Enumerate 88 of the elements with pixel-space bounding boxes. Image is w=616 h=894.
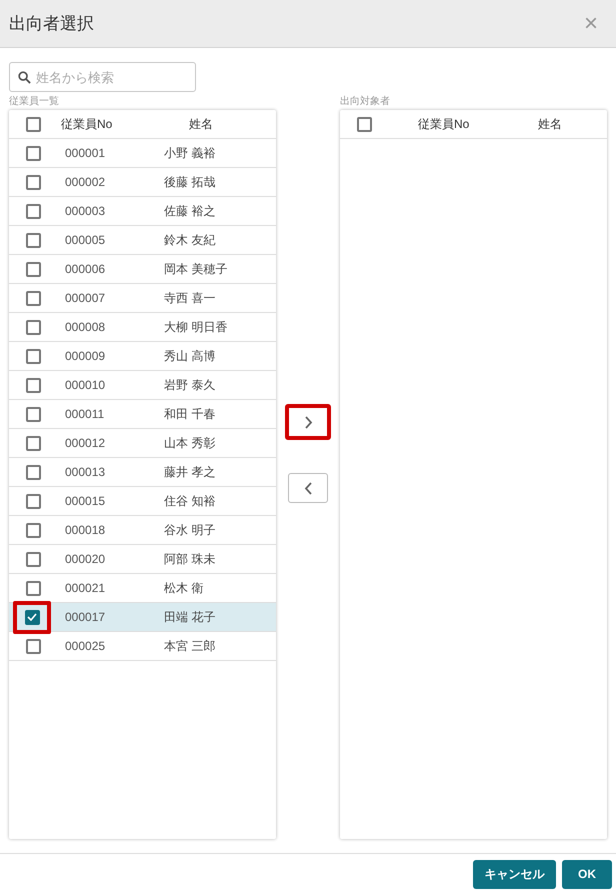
table-cell-text: 000007 <box>65 290 106 307</box>
table-row[interactable]: 000025 本宮 三郎 <box>9 632 276 661</box>
table-row[interactable]: 000011 和田 千春 <box>9 400 276 429</box>
checkbox[interactable] <box>26 290 40 306</box>
table-row[interactable]: 000006 岡本 美穂子 <box>9 255 276 284</box>
ok-button[interactable]: OK <box>562 860 612 888</box>
column-header: 従業員No <box>418 116 470 133</box>
table-row[interactable]: 000017 田端 花子 <box>9 603 276 632</box>
table-cell-text: 000017 <box>65 609 106 626</box>
table-cell-text: 鈴木 友紀 <box>164 232 216 249</box>
column-header: 従業員No <box>61 116 114 133</box>
table-row[interactable]: 000001 小野 義裕 <box>9 139 276 168</box>
cancel-button[interactable]: キャンセル <box>473 860 556 888</box>
list-label: 出向対象者 <box>340 94 391 109</box>
table-row[interactable]: 000013 藤井 孝之 <box>9 458 276 487</box>
table-cell-text: 岡本 美穂子 <box>164 261 228 278</box>
checkbox[interactable] <box>26 406 40 422</box>
checkbox[interactable] <box>26 638 40 654</box>
table-cell-text: 000002 <box>65 174 106 191</box>
table-cell-text: 000009 <box>65 348 106 365</box>
table-cell-text: 田端 花子 <box>164 609 216 626</box>
table-row[interactable]: 000007 寺西 喜一 <box>9 284 276 313</box>
table-row[interactable]: 000021 松木 衛 <box>9 574 276 603</box>
checkbox[interactable] <box>26 552 40 566</box>
search-field[interactable]: 姓名から検索 <box>9 62 196 92</box>
table-row[interactable]: 000018 谷水 明子 <box>9 516 276 545</box>
checkbox[interactable] <box>26 464 40 480</box>
table-cell-text: 谷水 明子 <box>164 522 216 539</box>
checkbox[interactable] <box>26 262 40 276</box>
column-header: 姓名 <box>538 116 562 133</box>
check-icon <box>27 613 37 621</box>
move-left-button[interactable] <box>288 473 328 503</box>
table-row[interactable]: 000008 大柳 明日香 <box>9 313 276 342</box>
table-row[interactable]: 000005 鈴木 友紀 <box>9 226 276 255</box>
checkbox[interactable] <box>26 378 40 392</box>
move-right-button[interactable] <box>285 404 331 440</box>
checkbox[interactable] <box>26 436 40 450</box>
table-cell-text: 000021 <box>65 580 106 597</box>
table-row[interactable]: 000003 佐藤 裕之 <box>9 197 276 226</box>
table-cell-text: 住谷 知裕 <box>164 493 216 510</box>
checkbox[interactable] <box>26 494 40 508</box>
table-row[interactable]: 000010 岩野 泰久 <box>9 371 276 400</box>
table-cell-text: 000011 <box>65 406 106 423</box>
table-cell-text: 大柳 明日香 <box>164 319 228 336</box>
table-cell-text: 藤井 孝之 <box>164 464 216 481</box>
table-row[interactable]: 000015 住谷 知裕 <box>9 487 276 516</box>
table-cell-text: 本宮 三郎 <box>164 638 216 655</box>
table-cell-text: 山本 秀彰 <box>164 435 216 452</box>
table-row[interactable]: 000002 後藤 拓哉 <box>9 168 276 197</box>
checkbox[interactable] <box>26 580 40 596</box>
checkbox[interactable] <box>26 204 40 218</box>
list-label: 従業員一覧 <box>9 94 60 109</box>
checkbox[interactable] <box>26 522 40 538</box>
table-cell-text: 000010 <box>65 377 106 394</box>
table-cell-text: 松木 衛 <box>164 580 204 597</box>
table-cell-text: 000015 <box>65 493 106 510</box>
checkbox[interactable] <box>26 146 40 160</box>
table-cell-text: 000025 <box>65 638 106 655</box>
checkbox[interactable] <box>24 610 40 624</box>
table-cell-text: 000012 <box>65 435 106 452</box>
table-cell-text: 000003 <box>65 203 106 220</box>
table-cell-text: 000018 <box>65 522 106 539</box>
table-cell-text: 和田 千春 <box>164 406 216 423</box>
table-row[interactable]: 000012 山本 秀彰 <box>9 429 276 458</box>
table-row[interactable]: 000009 秀山 高博 <box>9 342 276 371</box>
table-row[interactable]: 000020 阿部 珠未 <box>9 545 276 574</box>
checkbox[interactable] <box>356 116 372 132</box>
table-cell-text: 000001 <box>65 145 106 162</box>
checkbox[interactable] <box>26 232 40 248</box>
table-cell-text: 000013 <box>65 464 106 481</box>
table-cell-text: 000006 <box>65 261 106 278</box>
table-cell-text: 後藤 拓哉 <box>164 174 216 191</box>
checkbox[interactable] <box>26 174 40 190</box>
dialog-title: 出向者選択 <box>9 12 94 35</box>
table-cell-text: 小野 義裕 <box>164 145 216 162</box>
search-icon <box>18 71 31 84</box>
table-cell-text: 寺西 喜一 <box>164 290 216 307</box>
table-cell-text: 000005 <box>65 232 106 249</box>
table-cell-text: 000020 <box>65 551 106 568</box>
table-cell-text: 000008 <box>65 319 106 336</box>
checkbox[interactable] <box>26 348 40 364</box>
checkbox[interactable] <box>26 320 40 334</box>
checkbox[interactable] <box>26 116 40 132</box>
table-cell-text: 佐藤 裕之 <box>164 203 216 220</box>
table-cell-text: 阿部 珠未 <box>164 551 216 568</box>
column-header: 姓名 <box>189 116 213 133</box>
table-cell-text: 岩野 泰久 <box>164 377 216 394</box>
table-cell-text: 秀山 高博 <box>164 348 216 365</box>
